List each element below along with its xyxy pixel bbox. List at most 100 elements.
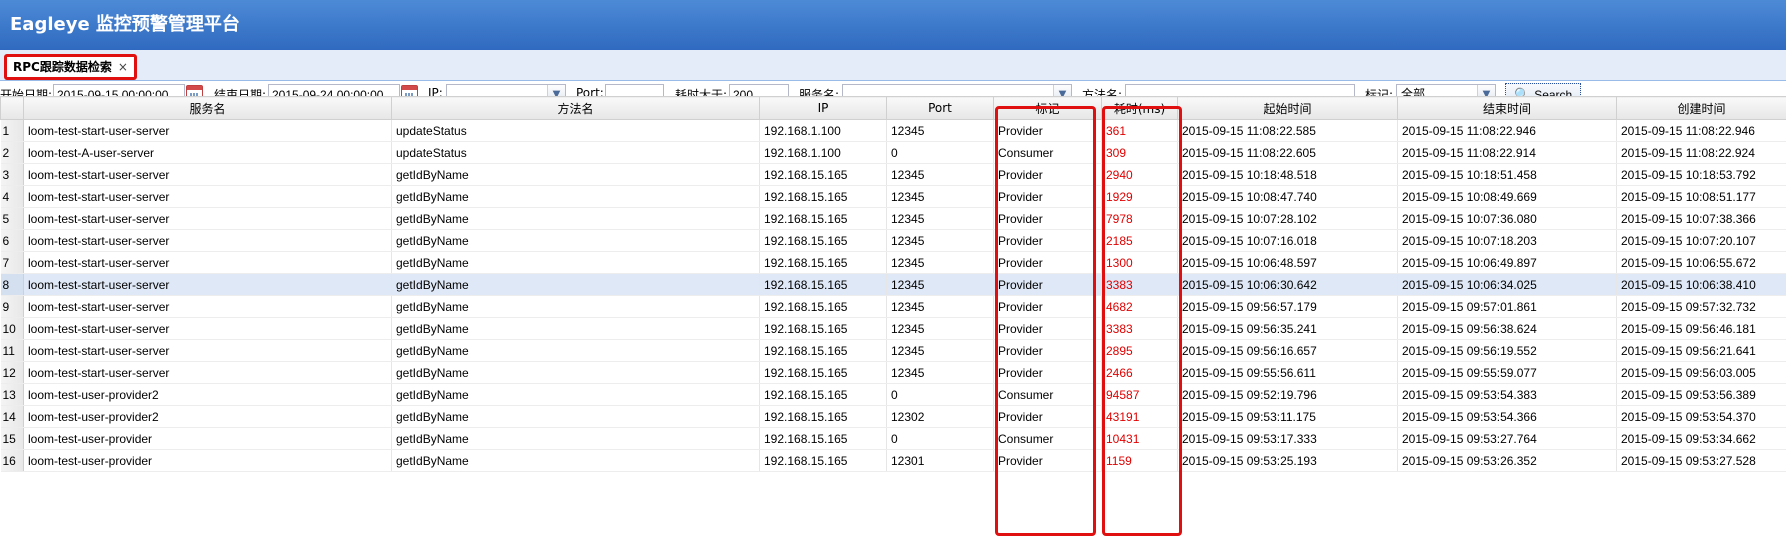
created-time-cell: 2015-09-15 09:53:34.662 xyxy=(1616,427,1786,450)
column-header-rownum xyxy=(0,96,24,120)
start-time-cell: 2015-09-15 09:52:19.796 xyxy=(1177,383,1398,406)
end-time-cell: 2015-09-15 10:06:49.897 xyxy=(1397,251,1617,274)
table-row[interactable]: 7 loom-test-start-user-server getIdByName 1… xyxy=(0,251,1786,274)
column-header-end-time[interactable]: 结束时间 xyxy=(1397,96,1617,120)
cost-cell: 43191 xyxy=(1101,405,1178,428)
row-number-cell: 11 xyxy=(0,339,24,362)
ip-cell: 192.168.15.165 xyxy=(759,449,887,472)
tab-rpc-trace-search[interactable]: RPC跟踪数据检索 × xyxy=(4,54,137,80)
table-row[interactable]: 11 loom-test-start-user-server getIdByName… xyxy=(0,339,1786,362)
results-table: 服务名 方法名 IP Port 标记 耗时(ms) 起始时间 结束时间 创建时间… xyxy=(0,96,1786,472)
port-cell: 12301 xyxy=(886,449,994,472)
results-grid: 服务名 方法名 IP Port 标记 耗时(ms) 起始时间 结束时间 创建时间… xyxy=(0,96,1786,472)
cost-cell: 2940 xyxy=(1101,163,1178,186)
table-row[interactable]: 1 loom-test-start-user-server updateStatus… xyxy=(0,119,1786,142)
table-row[interactable]: 3 loom-test-start-user-server getIdByName 1… xyxy=(0,163,1786,186)
column-header-port[interactable]: Port xyxy=(886,96,994,120)
column-header-created-time[interactable]: 创建时间 xyxy=(1616,96,1786,120)
start-time-cell: 2015-09-15 09:56:57.179 xyxy=(1177,295,1398,318)
end-time-cell: 2015-09-15 10:08:49.669 xyxy=(1397,185,1617,208)
close-icon[interactable]: × xyxy=(118,60,128,74)
service-name-cell: loom-test-user-provider xyxy=(23,427,392,450)
created-time-cell: 2015-09-15 10:06:55.672 xyxy=(1616,251,1786,274)
mark-cell: Provider xyxy=(993,207,1102,230)
port-cell: 12345 xyxy=(886,163,994,186)
row-number-cell: 4 xyxy=(0,185,24,208)
start-time-cell: 2015-09-15 10:07:28.102 xyxy=(1177,207,1398,230)
ip-cell: 192.168.1.100 xyxy=(759,141,887,164)
cost-cell: 3383 xyxy=(1101,317,1178,340)
created-time-cell: 2015-09-15 09:53:56.389 xyxy=(1616,383,1786,406)
row-number-cell: 15 xyxy=(0,427,24,450)
row-number-cell: 7 xyxy=(0,251,24,274)
mark-cell: Consumer xyxy=(993,141,1102,164)
column-header-start-time[interactable]: 起始时间 xyxy=(1177,96,1398,120)
port-cell: 0 xyxy=(886,427,994,450)
tab-bar: RPC跟踪数据检索 × xyxy=(0,50,1786,81)
end-time-cell: 2015-09-15 09:53:26.352 xyxy=(1397,449,1617,472)
ip-cell: 192.168.15.165 xyxy=(759,207,887,230)
column-header-mark[interactable]: 标记 xyxy=(993,96,1102,120)
ip-cell: 192.168.15.165 xyxy=(759,317,887,340)
end-time-cell: 2015-09-15 10:06:34.025 xyxy=(1397,273,1617,296)
method-name-cell: getIdByName xyxy=(391,295,760,318)
table-row[interactable]: 5 loom-test-start-user-server getIdByName 1… xyxy=(0,207,1786,230)
ip-cell: 192.168.15.165 xyxy=(759,185,887,208)
table-row[interactable]: 14 loom-test-user-provider2 getIdByName 192… xyxy=(0,405,1786,428)
row-number-cell: 14 xyxy=(0,405,24,428)
row-number-cell: 1 xyxy=(0,119,24,142)
cost-cell: 1300 xyxy=(1101,251,1178,274)
service-name-cell: loom-test-A-user-server xyxy=(23,141,392,164)
row-number-cell: 9 xyxy=(0,295,24,318)
method-name-cell: getIdByName xyxy=(391,339,760,362)
created-time-cell: 2015-09-15 09:56:21.641 xyxy=(1616,339,1786,362)
table-row[interactable]: 13 loom-test-user-provider2 getIdByName 192… xyxy=(0,383,1786,406)
column-header-ip[interactable]: IP xyxy=(759,96,887,120)
row-number-cell: 3 xyxy=(0,163,24,186)
port-cell: 12345 xyxy=(886,229,994,252)
table-row[interactable]: 15 loom-test-user-provider getIdByName 192.… xyxy=(0,427,1786,450)
start-time-cell: 2015-09-15 10:06:48.597 xyxy=(1177,251,1398,274)
port-cell: 12345 xyxy=(886,185,994,208)
ip-cell: 192.168.15.165 xyxy=(759,361,887,384)
end-time-cell: 2015-09-15 09:55:59.077 xyxy=(1397,361,1617,384)
table-row[interactable]: 6 loom-test-start-user-server getIdByName 1… xyxy=(0,229,1786,252)
column-header-cost[interactable]: 耗时(ms) xyxy=(1101,96,1178,120)
table-row[interactable]: 4 loom-test-start-user-server getIdByName 1… xyxy=(0,185,1786,208)
method-name-cell: getIdByName xyxy=(391,251,760,274)
end-time-cell: 2015-09-15 09:53:54.366 xyxy=(1397,405,1617,428)
method-name-cell: getIdByName xyxy=(391,449,760,472)
service-name-cell: loom-test-start-user-server xyxy=(23,229,392,252)
end-time-cell: 2015-09-15 09:56:38.624 xyxy=(1397,317,1617,340)
table-body: 1 loom-test-start-user-server updateStatus… xyxy=(0,119,1786,472)
row-number-cell: 6 xyxy=(0,229,24,252)
table-row[interactable]: 16 loom-test-user-provider getIdByName 192.… xyxy=(0,449,1786,472)
table-row[interactable]: 8 loom-test-start-user-server getIdByName 1… xyxy=(0,273,1786,296)
cost-cell: 10431 xyxy=(1101,427,1178,450)
table-row[interactable]: 9 loom-test-start-user-server getIdByName 1… xyxy=(0,295,1786,318)
start-time-cell: 2015-09-15 09:53:17.333 xyxy=(1177,427,1398,450)
port-cell: 12345 xyxy=(886,251,994,274)
port-cell: 12345 xyxy=(886,273,994,296)
column-header-service[interactable]: 服务名 xyxy=(23,96,392,120)
method-name-cell: getIdByName xyxy=(391,427,760,450)
table-row[interactable]: 10 loom-test-start-user-server getIdByName… xyxy=(0,317,1786,340)
cost-cell: 94587 xyxy=(1101,383,1178,406)
service-name-cell: loom-test-user-provider2 xyxy=(23,405,392,428)
ip-cell: 192.168.15.165 xyxy=(759,339,887,362)
end-time-cell: 2015-09-15 09:53:54.383 xyxy=(1397,383,1617,406)
table-row[interactable]: 12 loom-test-start-user-server getIdByName… xyxy=(0,361,1786,384)
ip-cell: 192.168.15.165 xyxy=(759,273,887,296)
cost-cell: 1929 xyxy=(1101,185,1178,208)
mark-cell: Provider xyxy=(993,119,1102,142)
ip-cell: 192.168.15.165 xyxy=(759,229,887,252)
ip-cell: 192.168.15.165 xyxy=(759,383,887,406)
column-header-method[interactable]: 方法名 xyxy=(391,96,760,120)
mark-cell: Provider xyxy=(993,185,1102,208)
cost-cell: 2185 xyxy=(1101,229,1178,252)
service-name-cell: loom-test-start-user-server xyxy=(23,317,392,340)
table-row[interactable]: 2 loom-test-A-user-server updateStatus 192.… xyxy=(0,141,1786,164)
port-cell: 0 xyxy=(886,383,994,406)
method-name-cell: getIdByName xyxy=(391,361,760,384)
start-time-cell: 2015-09-15 09:53:25.193 xyxy=(1177,449,1398,472)
